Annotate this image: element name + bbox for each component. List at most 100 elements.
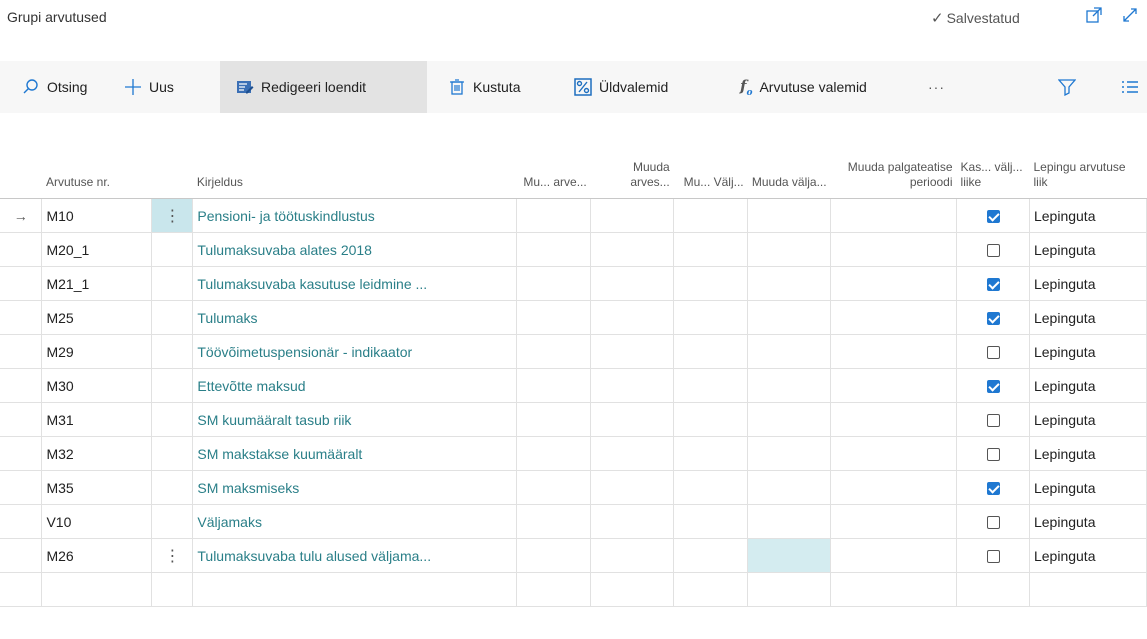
contract-type-cell[interactable]: Lepinguta — [1029, 232, 1147, 267]
expand-icon[interactable] — [1121, 6, 1139, 24]
cell-3[interactable] — [516, 402, 592, 437]
cell-4[interactable] — [590, 538, 675, 573]
cell-5[interactable] — [673, 368, 749, 403]
calc-nr-cell[interactable]: M35 — [41, 470, 153, 505]
table-row[interactable]: M29 Töövõimetuspensionär - indikaator Lepi… — [0, 334, 1147, 369]
col-header-5[interactable]: Mu... Välj... — [673, 113, 748, 199]
calc-nr-cell[interactable]: V10 — [41, 504, 153, 539]
description-link[interactable]: Tulumaks — [192, 300, 518, 335]
description-link[interactable]: Tulumaksuvaba alates 2018 — [192, 232, 518, 267]
cell-3[interactable] — [516, 436, 592, 471]
col-header-6[interactable]: Muuda välja... — [747, 113, 831, 199]
checkbox-cell[interactable] — [956, 232, 1030, 267]
checkbox-cell[interactable] — [956, 504, 1030, 539]
table-row[interactable]: M32 SM makstakse kuumääralt Lepinguta — [0, 436, 1147, 471]
checkbox[interactable] — [986, 482, 1000, 496]
checkbox-cell[interactable] — [956, 368, 1030, 403]
row-actions-icon[interactable] — [151, 470, 194, 505]
cell-7[interactable] — [830, 334, 958, 369]
checkbox-cell[interactable] — [956, 300, 1030, 335]
checkbox-cell[interactable] — [956, 402, 1030, 437]
description-link[interactable]: Pensioni- ja töötuskindlustus — [192, 198, 518, 233]
cell-5[interactable] — [673, 470, 749, 505]
checkbox[interactable] — [986, 448, 1000, 462]
table-row[interactable]: M26 ⋮ Tulumaksuvaba tulu alused väljama...… — [0, 538, 1147, 573]
table-row[interactable]: M25 Tulumaks Lepinguta — [0, 300, 1147, 335]
table-row[interactable]: → M10 ⋮ Pensioni- ja töötuskindlustus Leping… — [0, 198, 1147, 233]
checkbox[interactable] — [986, 516, 1000, 530]
cell-3[interactable] — [516, 538, 592, 573]
cell-4[interactable] — [590, 334, 675, 369]
cell-7[interactable] — [830, 198, 958, 233]
description-link[interactable]: SM makstakse kuumääralt — [192, 436, 518, 471]
cell-3[interactable] — [516, 368, 592, 403]
cell-6[interactable] — [747, 232, 832, 267]
description-link[interactable]: Ettevõtte maksud — [192, 368, 518, 403]
cell-3[interactable] — [516, 300, 592, 335]
cell-6[interactable] — [747, 470, 832, 505]
cell-5[interactable] — [673, 402, 749, 437]
table-row[interactable]: M35 SM maksmiseks Lepinguta — [0, 470, 1147, 505]
description-link[interactable]: SM kuumääralt tasub riik — [192, 402, 518, 437]
empty-row[interactable] — [0, 572, 1147, 607]
cell-7[interactable] — [830, 300, 958, 335]
checkbox[interactable] — [986, 380, 1000, 394]
contract-type-cell[interactable]: Lepinguta — [1029, 334, 1147, 369]
calc-nr-cell[interactable]: M20_1 — [41, 232, 153, 267]
list-view-button[interactable] — [1121, 61, 1139, 113]
new-button[interactable]: Uus — [124, 61, 174, 113]
cell-6[interactable] — [747, 266, 832, 301]
row-actions-icon[interactable] — [151, 368, 194, 403]
cell-4[interactable] — [590, 402, 675, 437]
cell-5[interactable] — [673, 436, 749, 471]
row-actions-icon[interactable] — [151, 402, 194, 437]
cell-3[interactable] — [516, 266, 592, 301]
cell-5[interactable] — [673, 300, 749, 335]
checkbox-cell[interactable] — [956, 470, 1030, 505]
cell-6[interactable] — [747, 368, 832, 403]
calc-nr-cell[interactable]: M32 — [41, 436, 153, 471]
description-link[interactable]: Tulumaksuvaba kasutuse leidmine ... — [192, 266, 518, 301]
cell-4[interactable] — [590, 368, 675, 403]
cell-5[interactable] — [673, 334, 749, 369]
cell-6[interactable] — [747, 538, 832, 573]
cell-6[interactable] — [747, 402, 832, 437]
table-row[interactable]: V10 Väljamaks Lepinguta — [0, 504, 1147, 539]
contract-type-cell[interactable]: Lepinguta — [1029, 538, 1147, 573]
col-header-9[interactable]: Lepingu arvutuse liik — [1029, 113, 1147, 199]
row-actions-icon[interactable] — [151, 232, 194, 267]
cell-5[interactable] — [673, 266, 749, 301]
col-header-desc[interactable]: Kirjeldus — [192, 113, 517, 199]
cell-3[interactable] — [516, 470, 592, 505]
row-actions-icon[interactable]: ⋮ — [151, 538, 194, 573]
cell-5[interactable] — [673, 198, 749, 233]
cell-6[interactable] — [747, 504, 832, 539]
filter-button[interactable] — [1058, 61, 1076, 113]
cell-3[interactable] — [516, 504, 592, 539]
description-link[interactable]: Tulumaksuvaba tulu alused väljama... — [192, 538, 518, 573]
checkbox[interactable] — [986, 312, 1000, 326]
edit-list-button[interactable]: Redigeeri loendit — [220, 61, 427, 113]
contract-type-cell[interactable]: Lepinguta — [1029, 368, 1147, 403]
col-header-7[interactable]: Muuda palgateatise perioodi — [830, 113, 957, 199]
cell-3[interactable] — [516, 232, 592, 267]
cell-4[interactable] — [590, 266, 675, 301]
calc-nr-cell[interactable]: M25 — [41, 300, 153, 335]
cell-6[interactable] — [747, 300, 832, 335]
row-actions-icon[interactable] — [151, 436, 194, 471]
calc-nr-cell[interactable]: M26 — [41, 538, 153, 573]
description-link[interactable]: Väljamaks — [192, 504, 518, 539]
row-actions-icon[interactable] — [151, 266, 194, 301]
checkbox[interactable] — [986, 414, 1000, 428]
calc-formulas-button[interactable]: fo Arvutuse valemid — [740, 61, 867, 113]
table-row[interactable]: M31 SM kuumääralt tasub riik Lepinguta — [0, 402, 1147, 437]
row-actions-icon[interactable] — [151, 300, 194, 335]
calc-nr-cell[interactable]: M21_1 — [41, 266, 153, 301]
more-options-button[interactable]: ··· — [928, 61, 945, 113]
col-header-4[interactable]: Muuda arves... — [590, 113, 674, 199]
calc-nr-cell[interactable]: M29 — [41, 334, 153, 369]
cell-7[interactable] — [830, 470, 958, 505]
checkbox-cell[interactable] — [956, 334, 1030, 369]
cell-7[interactable] — [830, 402, 958, 437]
cell-6[interactable] — [747, 436, 832, 471]
